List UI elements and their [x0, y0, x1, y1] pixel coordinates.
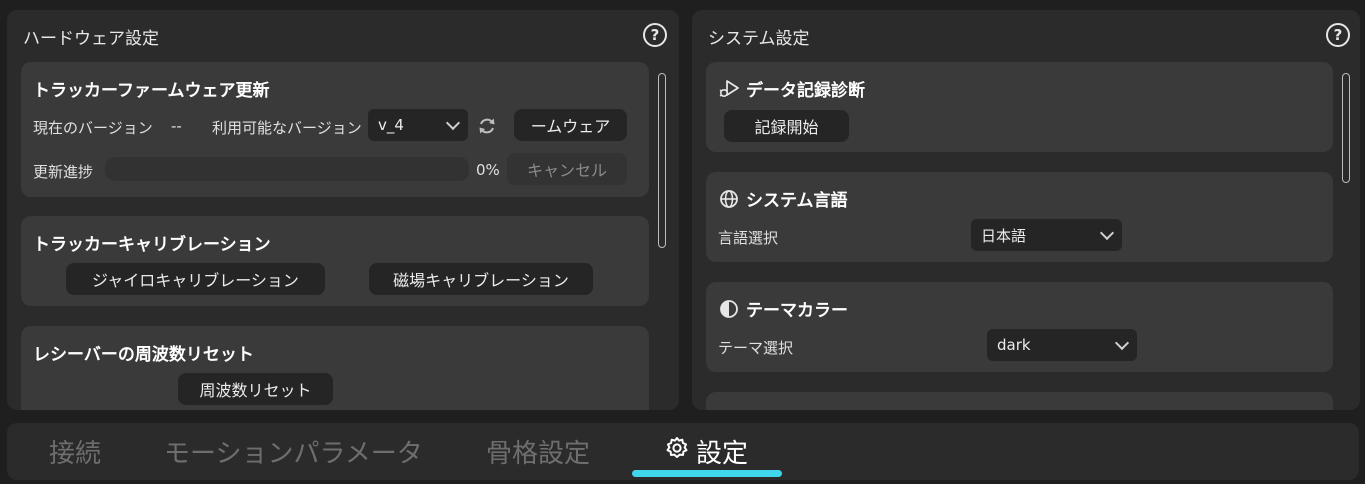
update-progress-text: 0%: [476, 161, 500, 179]
theme-color-card: テーマカラー テーマ選択 dark: [706, 282, 1333, 372]
refresh-icon[interactable]: [477, 116, 497, 136]
debug-play-icon: [718, 78, 740, 100]
next-settings-card: [706, 392, 1333, 410]
tab-settings[interactable]: 設定: [664, 433, 748, 470]
theme-select[interactable]: dark: [987, 329, 1137, 361]
chevron-down-icon: [445, 115, 461, 130]
chevron-down-icon: [1099, 225, 1115, 240]
hardware-settings-title: ハードウェア設定: [23, 29, 159, 49]
gear-icon: [664, 435, 690, 468]
tracker-calibration-title: トラッカーキャリブレーション: [33, 235, 271, 255]
theme-select-label: テーマ選択: [718, 339, 794, 357]
cancel-button[interactable]: キャンセル: [507, 153, 627, 185]
globe-icon: [718, 188, 740, 210]
system-settings-title: システム設定: [708, 29, 810, 49]
update-progress-bar: [105, 157, 469, 181]
data-record-diagnostics-card: データ記録診断 記録開始: [706, 62, 1333, 152]
language-select-label: 言語選択: [718, 229, 779, 247]
active-tab-indicator: [632, 470, 782, 477]
bottom-tab-bar: 接続 モーションパラメータ 骨格設定 設定: [7, 423, 1359, 480]
theme-color-title: テーマカラー: [718, 296, 848, 321]
firmware-update-card: トラッカーファームウェア更新 現在のバージョン -- 利用可能なバージョン v_…: [21, 62, 649, 197]
data-record-diagnostics-title: データ記録診断: [718, 76, 865, 101]
system-language-label: システム言語: [746, 191, 848, 211]
help-circle-icon[interactable]: ?: [643, 23, 667, 47]
half-circle-icon: [718, 298, 740, 320]
receiver-frequency-card: レシーバーの周波数リセット 周波数リセット: [21, 326, 649, 410]
hardware-scrollbar[interactable]: [658, 73, 666, 248]
tab-connection[interactable]: 接続: [49, 433, 101, 470]
tab-settings-label: 設定: [696, 439, 749, 469]
update-progress-label: 更新進捗: [33, 163, 94, 181]
help-circle-icon[interactable]: ?: [1326, 23, 1350, 47]
theme-color-label: テーマカラー: [746, 301, 848, 321]
system-language-card: システム言語 言語選択 日本語: [706, 172, 1333, 262]
theme-select-value: dark: [997, 336, 1031, 354]
magnetic-calibration-button[interactable]: 磁場キャリブレーション: [369, 263, 593, 295]
language-select-value: 日本語: [981, 226, 1027, 245]
gyro-calibration-button[interactable]: ジャイロキャリブレーション: [66, 263, 325, 295]
tab-skeleton-settings[interactable]: 骨格設定: [486, 433, 590, 470]
receiver-frequency-title: レシーバーの周波数リセット: [33, 345, 254, 365]
system-language-title: システム言語: [718, 186, 848, 211]
language-select[interactable]: 日本語: [971, 219, 1122, 251]
system-scrollbar[interactable]: [1342, 73, 1350, 183]
start-recording-button[interactable]: 記録開始: [724, 110, 849, 142]
frequency-reset-button[interactable]: 周波数リセット: [178, 373, 333, 405]
firmware-update-title: トラッカーファームウェア更新: [33, 81, 270, 101]
version-select-value: v_4: [378, 116, 404, 134]
data-record-diagnostics-label: データ記録診断: [746, 81, 865, 101]
available-version-label: 利用可能なバージョン: [212, 119, 362, 137]
version-select[interactable]: v_4: [368, 109, 468, 141]
system-settings-panel: システム設定 ? データ記録診断 記録開始 システム言語 言語選択 日本語 テー…: [692, 10, 1360, 410]
chevron-down-icon: [1114, 335, 1130, 350]
hardware-settings-panel: ハードウェア設定 ? トラッカーファームウェア更新 現在のバージョン -- 利用…: [7, 10, 679, 410]
current-version-value: --: [171, 117, 182, 135]
tab-motion-parameters[interactable]: モーションパラメータ: [164, 433, 423, 470]
current-version-label: 現在のバージョン: [33, 119, 153, 137]
update-firmware-button[interactable]: ームウェア: [514, 109, 627, 141]
tracker-calibration-card: トラッカーキャリブレーション ジャイロキャリブレーション 磁場キャリブレーション: [21, 216, 649, 306]
